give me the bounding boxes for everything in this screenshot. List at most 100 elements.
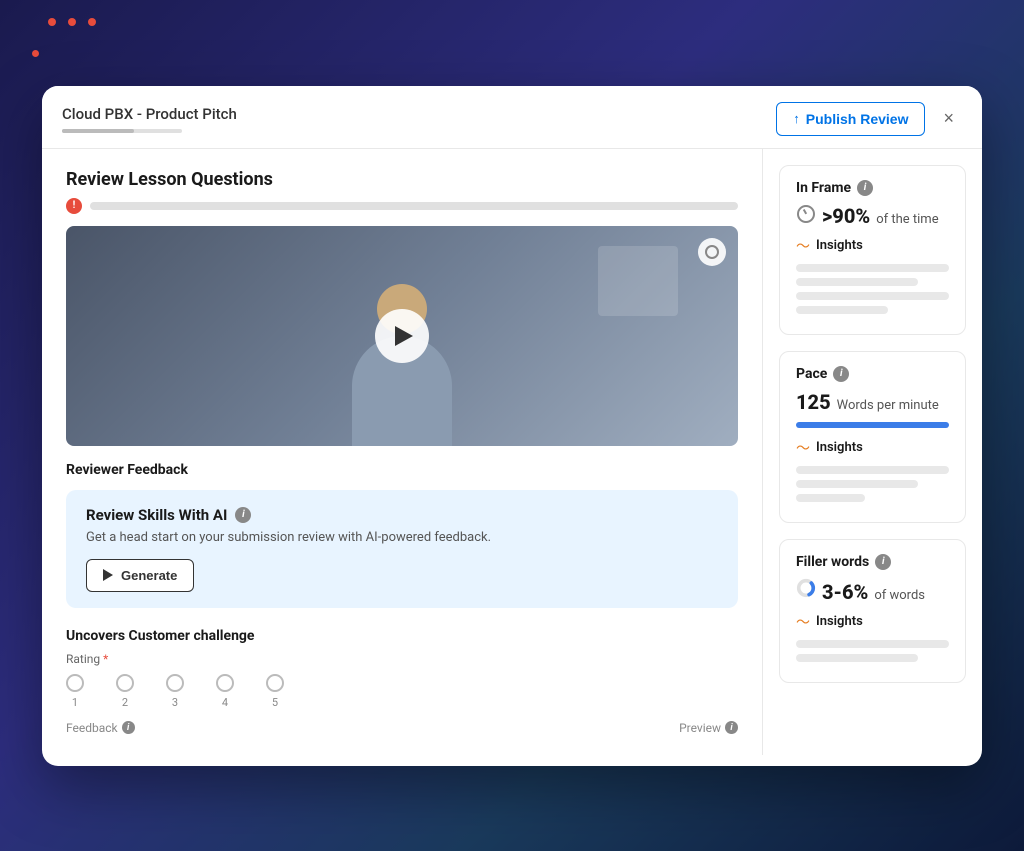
record-indicator [698,238,726,266]
ai-description: Get a head start on your submission revi… [86,530,718,545]
filler-sub-value: of words [874,588,925,603]
publish-button[interactable]: ↑ Publish Review [776,102,925,136]
pace-title: Pace [796,366,827,382]
rating-dot-3 [166,674,184,692]
card-header: Cloud PBX - Product Pitch ↑ Publish Revi… [42,86,982,136]
inframe-skeleton-3 [796,292,949,300]
question-section: Uncovers Customer challenge Rating * 1 2 [66,628,738,735]
inframe-skeleton-1 [796,264,949,272]
subtitle-bar: ! [66,198,738,214]
rating-number-5: 5 [272,696,278,709]
page-title: Cloud PBX - Product Pitch [62,105,237,123]
rating-dot-4 [216,674,234,692]
section-title: Review Lesson Questions [66,169,738,190]
filler-title-row: Filler words i [796,554,949,570]
rating-5[interactable]: 5 [266,674,284,709]
play-button[interactable] [375,309,429,363]
pace-skeleton-2 [796,480,918,488]
filler-insights-label: Insights [816,614,863,629]
filler-insights: 〜 Insights [796,612,949,662]
rating-dot-2 [116,674,134,692]
header-left: Cloud PBX - Product Pitch [62,105,237,133]
pace-sub-value: Words per minute [837,398,939,413]
ai-banner-header: Review Skills With AI i [86,506,718,524]
rating-1[interactable]: 1 [66,674,84,709]
pace-card: Pace i 125 Words per minute 〜 Insights [779,351,966,523]
preview-info-icon: i [725,721,738,734]
rating-3[interactable]: 3 [166,674,184,709]
question-label: Uncovers Customer challenge [66,628,738,644]
inframe-card: In Frame i >90% of the time 〜 Insigh [779,165,966,335]
inframe-info-icon: i [857,180,873,196]
progress-bar-container [62,129,182,133]
inframe-skeleton-2 [796,278,918,286]
publish-label: Publish Review [806,111,909,127]
header-right: ↑ Publish Review × [776,102,962,136]
rating-dots: 1 2 3 4 5 [66,674,738,709]
upload-icon: ↑ [793,111,800,126]
inframe-insights-title-row: 〜 Insights [796,236,949,256]
progress-bar-fill [62,129,134,133]
record-inner-icon [705,245,719,259]
filler-card: Filler words i 3-6% of words 〜 [779,539,966,683]
generate-button[interactable]: Generate [86,559,194,592]
filler-insights-title-row: 〜 Insights [796,612,949,632]
rating-2[interactable]: 2 [116,674,134,709]
inframe-insights-label: Insights [816,238,863,253]
pace-insights-title-row: 〜 Insights [796,438,949,458]
rating-dot-1 [66,674,84,692]
pace-bar [796,422,949,428]
pace-title-row: Pace i [796,366,949,382]
rating-4[interactable]: 4 [216,674,234,709]
play-triangle-icon [395,326,413,346]
pace-main-value: 125 [796,390,831,414]
inframe-chart-icon: 〜 [796,236,810,256]
pace-skeleton-3 [796,494,865,502]
feedback-label: Feedback i [66,721,135,735]
rating-number-4: 4 [222,696,228,709]
ai-review-banner: Review Skills With AI i Get a head start… [66,490,738,608]
subtitle-line [90,202,738,210]
inframe-skeleton-4 [796,306,888,314]
video-container[interactable] [66,226,738,446]
filler-title: Filler words [796,554,869,570]
info-icon: i [235,507,251,523]
inframe-title: In Frame [796,180,851,196]
pace-value-row: 125 Words per minute [796,390,949,414]
filler-skeleton-1 [796,640,949,648]
inframe-insights: 〜 Insights [796,236,949,314]
close-button[interactable]: × [935,104,962,133]
rating-number-2: 2 [122,696,128,709]
right-panel: In Frame i >90% of the time 〜 Insigh [762,149,982,755]
preview-label: Preview i [679,721,738,735]
pace-insights-label: Insights [816,440,863,455]
filler-donut-icon [796,578,816,598]
inframe-value-row: >90% of the time [796,204,949,228]
rating-label: Rating * [66,652,738,666]
main-card: Cloud PBX - Product Pitch ↑ Publish Revi… [42,86,982,766]
rating-number-3: 3 [172,696,178,709]
filler-skeleton-2 [796,654,918,662]
rating-number-1: 1 [72,696,78,709]
required-star: * [103,652,108,666]
generate-label: Generate [121,568,177,583]
filler-chart-icon: 〜 [796,612,810,632]
filler-value-row: 3-6% of words [796,578,949,604]
inframe-main-value: >90% [822,204,870,228]
content-area: Review Lesson Questions ! [42,149,982,755]
bg-art [598,246,678,316]
left-panel: Review Lesson Questions ! [42,149,762,755]
pace-skeleton-1 [796,466,949,474]
alert-icon: ! [66,198,82,214]
filler-main-value: 3-6% [822,580,868,604]
pace-insights: 〜 Insights [796,438,949,502]
ai-title: Review Skills With AI [86,506,227,524]
rating-dot-5 [266,674,284,692]
feedback-row: Feedback i Preview i [66,721,738,735]
generate-play-icon [103,569,113,581]
pace-chart-icon: 〜 [796,438,810,458]
inframe-sub-value: of the time [876,212,938,227]
pace-info-icon: i [833,366,849,382]
feedback-info-icon: i [122,721,135,734]
inframe-timer-icon [796,204,816,224]
